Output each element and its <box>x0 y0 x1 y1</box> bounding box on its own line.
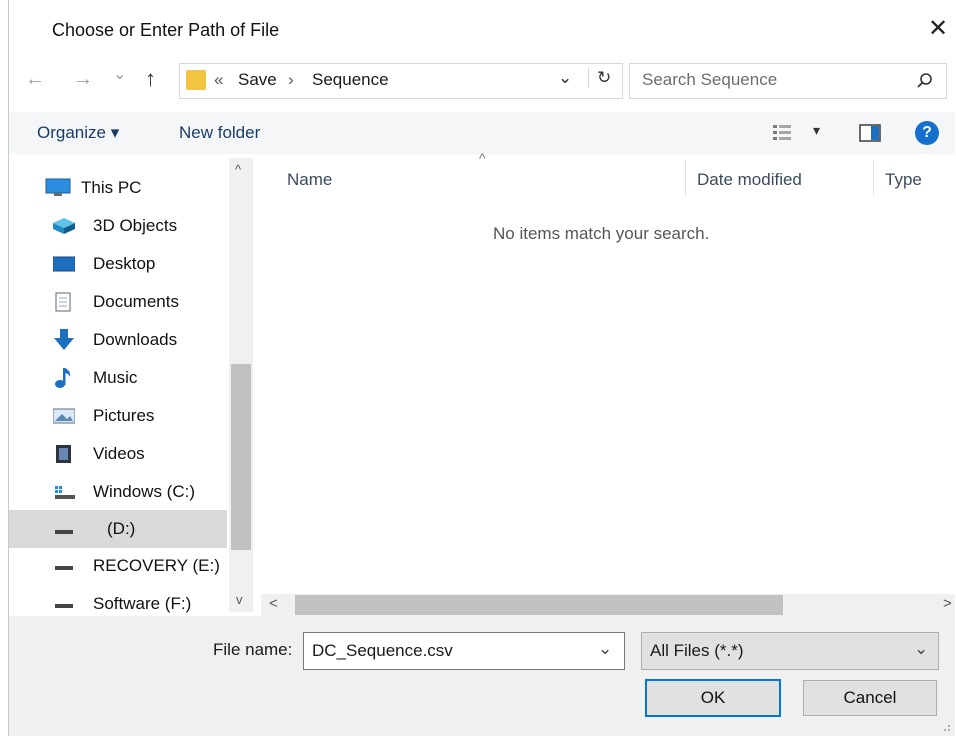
sidebar-item-label: Desktop <box>93 254 156 273</box>
file-dialog: Choose or Enter Path of File ✕ ← → ⌄ ↑ «… <box>8 0 955 736</box>
sidebar-item-label: (D:) <box>107 519 136 538</box>
search-icon[interactable] <box>916 72 934 90</box>
horizontal-scrollbar[interactable]: < > <box>261 594 955 616</box>
downloads-icon <box>54 329 74 350</box>
sidebar-item-windows-c[interactable]: Windows (C:) <box>9 474 227 510</box>
sidebar-item-label: 3D Objects <box>93 216 178 235</box>
sidebar-item-label: Downloads <box>93 330 178 349</box>
file-name-dropdown-icon[interactable]: ⌄ <box>598 639 612 659</box>
close-icon: ✕ <box>927 15 949 42</box>
column-header-date-modified[interactable]: Date modified <box>697 170 802 190</box>
pictures-icon <box>53 408 75 424</box>
videos-icon <box>56 445 71 463</box>
preview-pane-icon[interactable] <box>859 124 881 142</box>
address-dropdown-icon[interactable]: ⌄ <box>558 68 572 88</box>
drive-icon <box>55 604 73 608</box>
command-bar: Organize ▾ New folder ▾ ? <box>9 112 955 154</box>
new-folder-button[interactable]: New folder <box>179 123 260 143</box>
sidebar-item-label: Pictures <box>93 406 155 425</box>
drive-icon <box>55 566 73 570</box>
file-list[interactable]: ^ Name Date modified Type No items match… <box>261 150 955 594</box>
documents-icon <box>55 292 71 312</box>
breadcrumb-overflow[interactable]: « <box>214 70 223 90</box>
title-bar: Choose or Enter Path of File ✕ <box>9 0 955 60</box>
refresh-icon[interactable]: ↻ <box>588 68 611 88</box>
view-dropdown-icon[interactable]: ▾ <box>813 122 820 139</box>
3d-objects-icon <box>53 218 75 234</box>
file-name-value[interactable]: DC_Sequence.csv <box>312 641 453 661</box>
cancel-button[interactable]: Cancel <box>803 680 937 716</box>
dialog-title: Choose or Enter Path of File <box>52 20 280 40</box>
sidebar-item-music[interactable]: Music <box>9 360 227 396</box>
column-header-name[interactable]: Name <box>287 170 332 190</box>
desktop-icon <box>53 256 75 272</box>
breadcrumb-separator: › <box>288 70 294 89</box>
sidebar-scrollbar[interactable]: ^ v <box>229 158 253 612</box>
sidebar-item-label: Music <box>93 368 138 387</box>
search-box[interactable]: Search Sequence <box>629 63 947 99</box>
music-icon <box>55 368 71 388</box>
sidebar-item-label: Documents <box>93 292 179 311</box>
file-type-select[interactable]: All Files (*.*) ⌄ <box>641 632 939 670</box>
close-button[interactable]: ✕ <box>923 14 953 44</box>
address-bar[interactable]: « Save › Sequence ⌄ ↻ <box>179 63 623 99</box>
breadcrumb-item-save[interactable]: Save <box>238 70 277 90</box>
sidebar-item-this-pc[interactable]: This PC <box>9 170 227 206</box>
breadcrumb-item-sequence[interactable]: Sequence <box>312 70 389 90</box>
column-header-type[interactable]: Type <box>885 170 922 190</box>
drive-icon <box>55 530 73 534</box>
file-name-label: File name: <box>213 640 293 659</box>
up-button[interactable]: ↑ <box>145 66 156 92</box>
sidebar-item-label: RECOVERY (E:) <box>93 556 220 575</box>
sidebar-item-label: Videos <box>93 444 145 463</box>
organize-button[interactable]: Organize ▾ <box>37 123 119 143</box>
back-button[interactable]: ← <box>25 68 45 91</box>
help-icon[interactable]: ? <box>915 121 939 145</box>
sidebar-item-pictures[interactable]: Pictures <box>9 398 227 434</box>
navigation-pane: This PC 3D Objects Desktop Documents Dow… <box>9 158 229 616</box>
resize-grip-icon[interactable] <box>939 720 951 732</box>
sidebar-item-downloads[interactable]: Downloads <box>9 322 227 358</box>
sidebar-scroll-thumb[interactable] <box>231 364 251 550</box>
sidebar-item-label: Windows (C:) <box>93 482 196 501</box>
footer-panel: File name: DC_Sequence.csv ⌄ All Files (… <box>9 616 955 736</box>
file-name-input[interactable]: DC_Sequence.csv ⌄ <box>303 632 625 670</box>
search-input[interactable]: Search Sequence <box>642 70 777 90</box>
sidebar-item-label: This PC <box>81 178 142 197</box>
scroll-left-icon[interactable]: < <box>269 595 278 612</box>
file-type-value[interactable]: All Files (*.*) <box>650 641 744 661</box>
scroll-up-icon[interactable]: ^ <box>235 162 241 177</box>
sidebar-item-recovery-e[interactable]: RECOVERY (E:) <box>9 548 227 584</box>
scroll-right-icon[interactable]: > <box>943 595 952 612</box>
sidebar-item-desktop[interactable]: Desktop <box>9 246 227 282</box>
file-type-dropdown-icon[interactable]: ⌄ <box>914 639 928 659</box>
ok-button[interactable]: OK <box>645 679 781 717</box>
recent-locations-button[interactable]: ⌄ <box>113 64 126 84</box>
sidebar-item-d[interactable]: (D:) <box>9 510 227 548</box>
sidebar-item-3d-objects[interactable]: 3D Objects <box>9 208 227 244</box>
folder-icon <box>186 70 206 90</box>
sidebar-item-videos[interactable]: Videos <box>9 436 227 472</box>
horizontal-scroll-thumb[interactable] <box>295 595 783 615</box>
sidebar-item-documents[interactable]: Documents <box>9 284 227 320</box>
this-pc-icon <box>45 178 71 196</box>
empty-message: No items match your search. <box>493 224 710 243</box>
scroll-down-icon[interactable]: v <box>236 592 243 607</box>
column-divider[interactable] <box>873 160 874 196</box>
view-options-icon[interactable] <box>773 125 791 141</box>
sort-indicator-icon: ^ <box>479 150 486 166</box>
windows-drive-icon <box>55 486 75 499</box>
column-divider[interactable] <box>685 160 686 196</box>
forward-button[interactable]: → <box>73 68 93 91</box>
